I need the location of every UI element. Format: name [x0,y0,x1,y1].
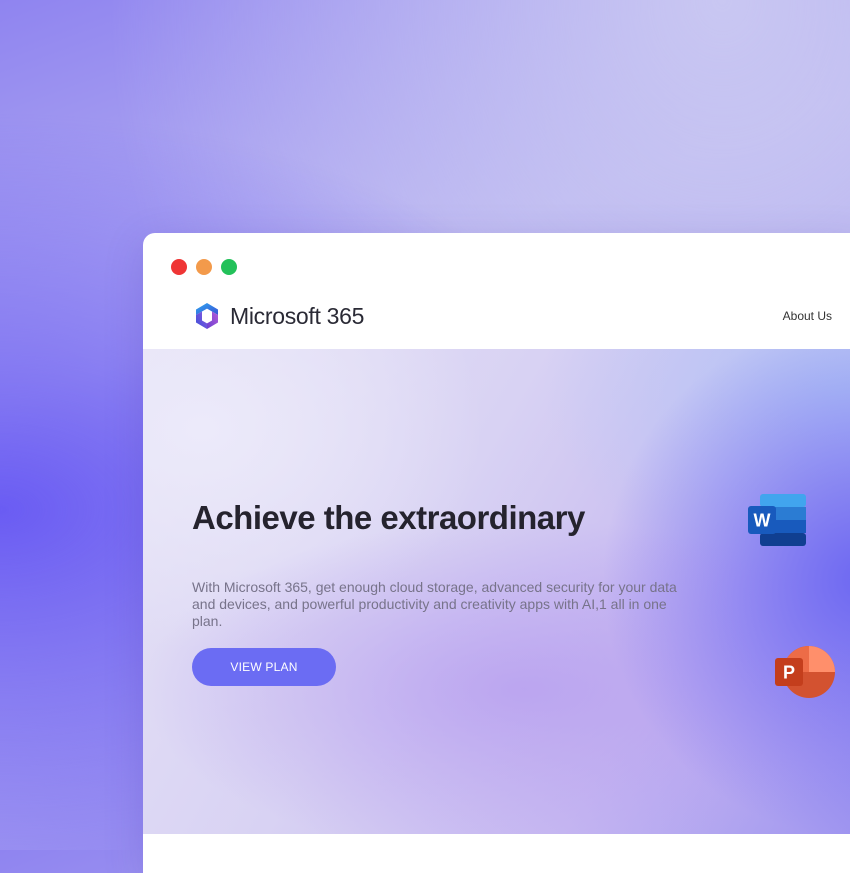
brand-name: Microsoft 365 [230,302,365,329]
word-icon: W [748,494,806,546]
powerpoint-icon: P [775,646,835,698]
word-icon-letter: W [754,511,771,531]
maximize-window-button[interactable] [221,259,237,275]
browser-window: Microsoft 365 About Us Achieve the extra… [143,233,850,873]
powerpoint-icon-letter: P [783,663,795,683]
view-plan-button[interactable]: VIEW PLAN [192,648,336,686]
brand-link[interactable]: Microsoft 365 [193,302,364,330]
page-bottom-strip [143,834,850,873]
nav-link-about-us[interactable]: About Us [783,309,832,323]
hero-section: Achieve the extraordinary With Microsoft… [143,349,850,834]
site-navbar: Microsoft 365 About Us [143,293,850,349]
hero-description: With Microsoft 365, get enough cloud sto… [192,579,677,629]
window-controls [171,259,237,275]
close-window-button[interactable] [171,259,187,275]
microsoft-365-logo-icon [196,303,218,329]
minimize-window-button[interactable] [196,259,212,275]
hero-title: Achieve the extraordinary [192,499,585,536]
